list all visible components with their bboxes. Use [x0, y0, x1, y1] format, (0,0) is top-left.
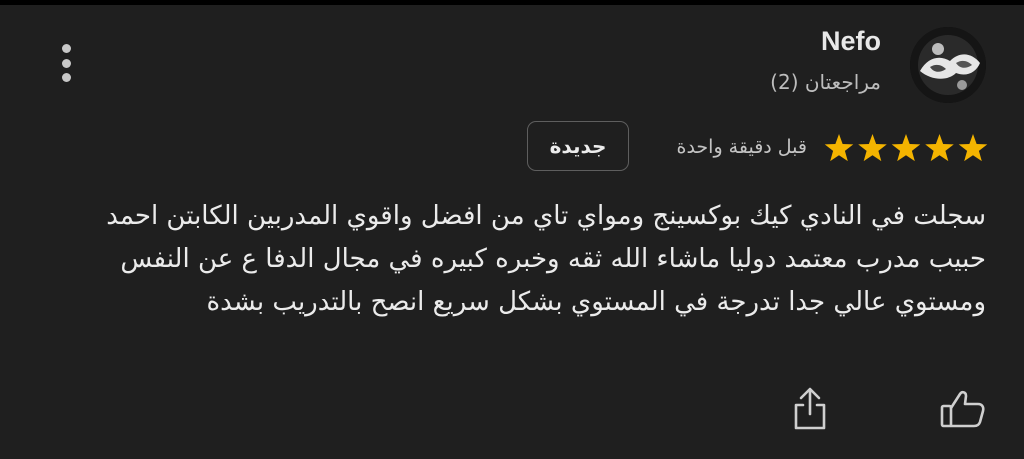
- star-icon: [891, 134, 921, 162]
- review-time: قبل دقيقة واحدة: [676, 136, 808, 158]
- more-vertical-icon-dot: [61, 73, 71, 82]
- more-vertical-icon: [61, 44, 71, 53]
- new-badge: جديدة: [527, 121, 629, 171]
- avatar[interactable]: [910, 27, 986, 103]
- top-strip: [0, 0, 1024, 5]
- review-text: سجلت في النادي كيك بوكسينج ومواي تاي من …: [106, 201, 986, 317]
- more-options-button[interactable]: [50, 38, 82, 88]
- thumbs-up-icon: [940, 390, 985, 428]
- review-count: مراجعتان (2): [770, 70, 881, 94]
- star-icon: [958, 134, 988, 162]
- more-vertical-icon-dot: [61, 58, 71, 68]
- star-icon: [858, 134, 887, 162]
- star-icon: [925, 134, 954, 162]
- avatar-image: [910, 27, 986, 103]
- star-rating: [824, 133, 988, 163]
- share-icon: [794, 387, 826, 430]
- like-button[interactable]: [936, 384, 990, 434]
- star-icon: [824, 134, 854, 162]
- share-button[interactable]: [790, 384, 830, 434]
- reviewer-name[interactable]: Nefo: [821, 26, 881, 57]
